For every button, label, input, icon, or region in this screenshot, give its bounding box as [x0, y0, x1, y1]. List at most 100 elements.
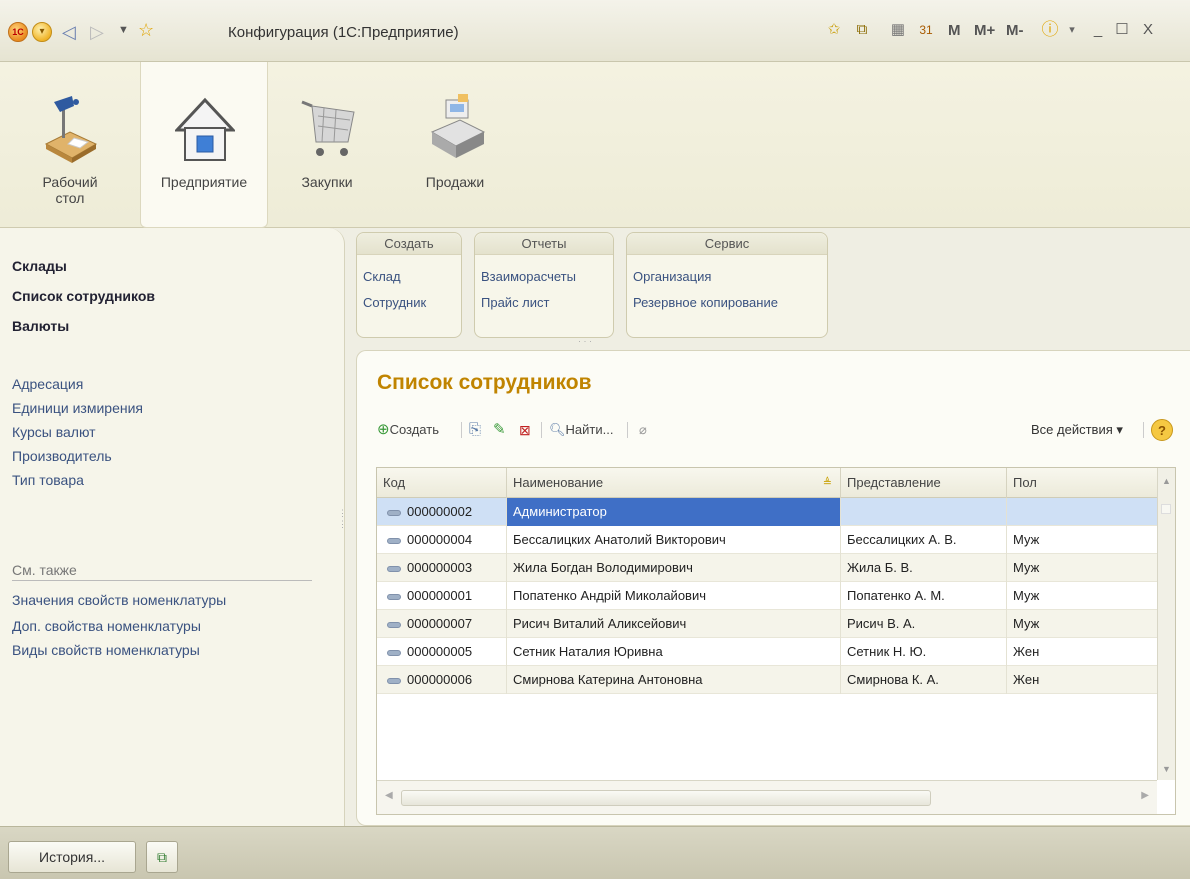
- cell-representation: Сетник Н. Ю.: [841, 638, 1007, 666]
- column-header-code[interactable]: Код: [377, 468, 507, 498]
- cell-code: 000000003: [377, 554, 507, 582]
- table-row[interactable]: 000000004 Бессалицких Анатолий Викторови…: [377, 526, 1157, 554]
- nav-item-additional-properties[interactable]: Доп. свойства номенклатуры: [12, 618, 201, 634]
- catalog-item-icon: [387, 677, 401, 684]
- nav-item-property-kinds[interactable]: Виды свойств номенклатуры: [12, 642, 200, 658]
- section-enterprise[interactable]: Предприятие: [140, 62, 268, 228]
- nav-item-product-type[interactable]: Тип товара: [12, 472, 84, 488]
- bookmark-icon[interactable]: ⧉: [852, 20, 872, 40]
- catalog-item-icon: [387, 565, 401, 572]
- vertical-scrollbar[interactable]: ▲ ▼: [1157, 468, 1175, 780]
- messages-icon[interactable]: ⧉: [146, 841, 178, 873]
- action-report-settlements[interactable]: Взаиморасчеты: [481, 269, 576, 284]
- all-actions-menu[interactable]: Все действия ▾: [1031, 419, 1123, 441]
- section-purchases[interactable]: Закупки: [282, 62, 372, 228]
- nav-item-units[interactable]: Единици измирения: [12, 400, 143, 416]
- cell-code: 000000001: [377, 582, 507, 610]
- info-dropdown-icon[interactable]: ▾: [1062, 20, 1082, 40]
- status-bar: История... ⧉: [0, 826, 1190, 879]
- catalog-item-icon: [387, 537, 401, 544]
- action-create-warehouse[interactable]: Склад: [363, 269, 401, 284]
- house-icon: [175, 97, 235, 161]
- nav-item-employees[interactable]: Список сотрудников: [12, 288, 155, 304]
- catalog-item-icon: [387, 621, 401, 628]
- navigation-panel: Склады Список сотрудников Валюты Адресац…: [0, 228, 347, 826]
- horizontal-scrollbar[interactable]: ◀ ▶: [377, 780, 1157, 814]
- scroll-thumb[interactable]: [1161, 504, 1171, 514]
- column-header-representation[interactable]: Представление: [841, 468, 1007, 498]
- column-header-name[interactable]: Наименование ≜: [507, 468, 841, 498]
- scroll-thumb[interactable]: [401, 790, 931, 806]
- nav-item-currencies[interactable]: Валюты: [12, 318, 69, 334]
- back-arrow-icon[interactable]: ◁: [62, 22, 76, 42]
- catalog-item-icon: [387, 593, 401, 600]
- find-button[interactable]: 🔍︎Найти...: [549, 419, 613, 441]
- forward-arrow-icon[interactable]: ▷: [90, 22, 104, 42]
- edit-pencil-icon[interactable]: ✎: [493, 419, 506, 441]
- memory-minus-button[interactable]: M-: [1006, 22, 1024, 39]
- section-sales[interactable]: Продажи: [400, 62, 510, 228]
- create-button[interactable]: ⊕Создать: [377, 419, 439, 441]
- scroll-up-icon[interactable]: ▲: [1162, 476, 1171, 486]
- delete-mark-icon[interactable]: ⊠: [519, 419, 531, 441]
- main-menu-icon[interactable]: ▾: [32, 22, 52, 42]
- cell-gender: Жен: [1013, 644, 1040, 659]
- cell-name: Попатенко Андрій Миколайович: [507, 582, 841, 610]
- action-service-organization[interactable]: Организация: [633, 269, 711, 284]
- scroll-left-icon[interactable]: ◀: [385, 790, 393, 801]
- app-logo-icon[interactable]: 1C: [8, 22, 28, 42]
- action-report-price-list[interactable]: Прайс лист: [481, 295, 549, 310]
- cell-representation: Смирнова К. А.: [841, 666, 1007, 694]
- section-desktop[interactable]: Рабочий стол: [20, 62, 120, 228]
- info-icon[interactable]: ⓘ: [1040, 20, 1060, 40]
- section-label: Закупки: [301, 174, 353, 190]
- splitter-handle[interactable]: ⋮ ⋮: [338, 508, 347, 530]
- nav-item-warehouses[interactable]: Склады: [12, 258, 67, 274]
- favorites-add-icon[interactable]: ✩: [824, 20, 844, 40]
- section-label: Продажи: [425, 174, 485, 190]
- form-toolbar: ⊕Создать ⎘ ✎ ⊠ 🔍︎Найти... ⌀ Все действия…: [377, 419, 1177, 443]
- calculator-icon[interactable]: ▦: [888, 20, 908, 40]
- action-create-employee[interactable]: Сотрудник: [363, 295, 426, 310]
- history-button[interactable]: История...: [8, 841, 136, 873]
- cash-register-icon: [430, 94, 486, 158]
- favorites-star-icon[interactable]: ☆: [138, 20, 154, 41]
- action-group-create: Создать Склад Сотрудник: [356, 232, 462, 338]
- table-row[interactable]: 000000006 Смирнова Катерина Антоновна См…: [377, 666, 1157, 694]
- action-service-backup[interactable]: Резервное копирование: [633, 295, 778, 310]
- scroll-right-icon[interactable]: ▶: [1141, 790, 1149, 801]
- nav-item-addressing[interactable]: Адресация: [12, 376, 83, 392]
- help-button[interactable]: ?: [1151, 419, 1173, 441]
- table-row[interactable]: 000000005 Сетник Наталия Юривна Сетник Н…: [377, 638, 1157, 666]
- cell-name: Смирнова Катерина Антоновна: [507, 666, 841, 694]
- nav-item-property-values[interactable]: Значения свойств номенклатуры: [12, 592, 226, 608]
- scroll-down-icon[interactable]: ▼: [1162, 764, 1171, 774]
- memory-plus-button[interactable]: M+: [974, 22, 995, 39]
- nav-item-manufacturer[interactable]: Производитель: [12, 448, 112, 464]
- calendar-icon[interactable]: 31: [916, 20, 936, 40]
- add-circle-icon: ⊕: [377, 421, 390, 438]
- copy-icon[interactable]: ⎘: [469, 419, 481, 441]
- table-row[interactable]: 000000002 Администратор: [377, 498, 1157, 526]
- page-title: Список сотрудников: [377, 371, 592, 394]
- action-group-header: Создать: [357, 233, 461, 255]
- column-header-gender[interactable]: Пол: [1007, 468, 1157, 498]
- desk-lamp-icon: [44, 96, 98, 163]
- shopping-cart-icon: [301, 100, 355, 156]
- employees-table: Код Наименование ≜ Представление Пол 000…: [376, 467, 1176, 815]
- see-also-heading: См. также: [12, 562, 312, 581]
- close-icon[interactable]: X: [1138, 20, 1158, 40]
- table-row[interactable]: 000000007 Рисич Виталий Аликсейович Риси…: [377, 610, 1157, 638]
- history-dropdown-icon[interactable]: ▼: [118, 24, 129, 36]
- minimize-icon[interactable]: _: [1088, 20, 1108, 40]
- table-row[interactable]: 000000003 Жила Богдан Володимирович Жила…: [377, 554, 1157, 582]
- splitter-handle[interactable]: · · ·: [578, 336, 592, 346]
- catalog-item-icon: [387, 649, 401, 656]
- table-row[interactable]: 000000001 Попатенко Андрій Миколайович П…: [377, 582, 1157, 610]
- cell-code: 000000005: [377, 638, 507, 666]
- memory-m-button[interactable]: M: [948, 22, 961, 39]
- maximize-icon[interactable]: ☐: [1112, 20, 1132, 40]
- cell-code: 000000002: [377, 498, 507, 526]
- cancel-search-icon[interactable]: ⌀: [639, 419, 647, 441]
- nav-item-exchange-rates[interactable]: Курсы валют: [12, 424, 96, 440]
